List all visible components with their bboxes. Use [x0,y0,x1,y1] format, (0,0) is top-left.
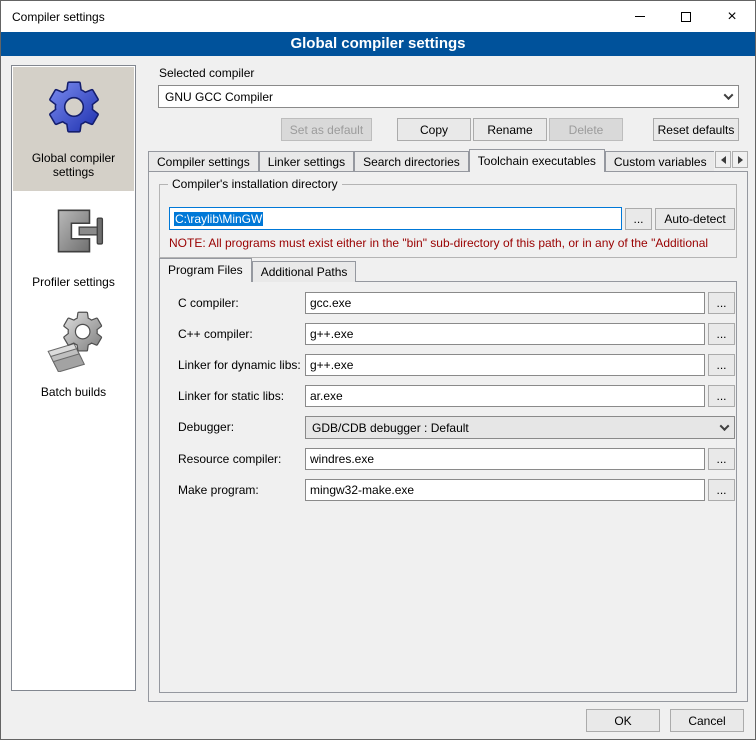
cpp-compiler-input[interactable]: g++.exe [305,323,705,345]
linker-dynamic-browse-button[interactable]: ... [708,354,735,376]
linker-static-input[interactable]: ar.exe [305,385,705,407]
sidebar-item-batch-builds[interactable]: Batch builds [13,301,134,411]
installation-directory-input[interactable]: C:\raylib\MinGW [169,207,622,230]
debugger-value: GDB/CDB debugger : Default [312,421,469,435]
make-program-browse-button[interactable]: ... [708,479,735,501]
installation-directory-note: NOTE: All programs must exist either in … [169,236,731,250]
sidebar-item-label: Global compiler settings [15,151,132,179]
tab-search-directories[interactable]: Search directories [354,151,469,171]
tab-scroll-left-button[interactable] [715,151,731,168]
close-button[interactable]: × [709,1,755,32]
tab-scroll-right-button[interactable] [732,151,748,168]
tab-toolchain-executables[interactable]: Toolchain executables [469,149,605,172]
ok-button[interactable]: OK [586,709,660,732]
make-program-label: Make program: [178,479,259,501]
chevron-down-icon [720,421,730,431]
installation-directory-browse-button[interactable]: ... [625,208,652,230]
sub-tabstrip: Program FilesAdditional Paths [159,258,356,282]
linker-static-label: Linker for static libs: [178,385,284,407]
profiler-settings-clamp-icon [43,200,105,262]
resource-compiler-label: Resource compiler: [178,448,281,470]
installation-directory-value: C:\raylib\MinGW [174,212,263,226]
make-program-value: mingw32-make.exe [310,483,414,497]
installation-directory-group: Compiler's installation directory C:\ray… [159,184,737,258]
arrow-left-icon [721,156,726,164]
reset-defaults-button[interactable]: Reset defaults [653,118,739,141]
linker-dynamic-input[interactable]: g++.exe [305,354,705,376]
c-compiler-label: C compiler: [178,292,239,314]
batch-builds-gear-icon [43,310,105,372]
c-compiler-input[interactable]: gcc.exe [305,292,705,314]
close-icon: × [727,9,736,25]
sidebar-item-label: Profiler settings [32,275,115,289]
sidebar: Global compiler settings Profiler settin… [11,65,136,691]
installation-directory-group-title: Compiler's installation directory [168,177,342,191]
delete-button[interactable]: Delete [549,118,623,141]
sidebar-item-label: Batch builds [41,385,106,399]
resource-compiler-browse-button[interactable]: ... [708,448,735,470]
subtab-program-files[interactable]: Program Files [159,258,252,282]
debugger-label: Debugger: [178,416,234,438]
chevron-down-icon [724,90,734,100]
cancel-button[interactable]: Cancel [670,709,744,732]
sidebar-item-profiler-settings[interactable]: Profiler settings [13,191,134,301]
tab-linker-settings[interactable]: Linker settings [259,151,354,171]
arrow-right-icon [738,156,743,164]
window-controls: × [617,1,755,32]
resource-compiler-value: windres.exe [310,452,374,466]
selected-compiler-label: Selected compiler [159,62,254,84]
c-compiler-value: gcc.exe [310,296,351,310]
minimize-icon [635,16,645,17]
rename-button[interactable]: Rename [473,118,547,141]
c-compiler-browse-button[interactable]: ... [708,292,735,314]
set-as-default-button[interactable]: Set as default [281,118,372,141]
compiler-settings-dialog: Compiler settings × Global compiler sett… [0,0,756,740]
subtab-additional-paths[interactable]: Additional Paths [252,261,357,282]
sidebar-item-global-compiler-settings[interactable]: Global compiler settings [13,67,134,191]
toolchain-executables-panel: Compiler's installation directory C:\ray… [148,171,748,702]
maximize-button[interactable] [663,1,709,32]
copy-button[interactable]: Copy [397,118,471,141]
dialog-header-title: Global compiler settings [290,35,465,52]
maximize-icon [681,12,691,22]
linker-static-browse-button[interactable]: ... [708,385,735,407]
titlebar: Compiler settings × [1,1,755,32]
linker-dynamic-label: Linker for dynamic libs: [178,354,301,376]
program-files-panel: C compiler: gcc.exe ... C++ compiler: g+… [159,281,737,693]
main-tabstrip: Compiler settingsLinker settingsSearch d… [148,149,714,172]
linker-dynamic-value: g++.exe [310,358,353,372]
selected-compiler-combobox[interactable]: GNU GCC Compiler [158,85,739,108]
cpp-compiler-label: C++ compiler: [178,323,253,345]
linker-static-value: ar.exe [310,389,343,403]
cpp-compiler-browse-button[interactable]: ... [708,323,735,345]
resource-compiler-input[interactable]: windres.exe [305,448,705,470]
tab-compiler-settings[interactable]: Compiler settings [148,151,259,171]
debugger-combobox[interactable]: GDB/CDB debugger : Default [305,416,735,439]
global-compiler-settings-gear-icon [43,76,105,138]
selected-compiler-value: GNU GCC Compiler [165,90,273,104]
dialog-header: Global compiler settings [1,32,755,56]
cpp-compiler-value: g++.exe [310,327,353,341]
minimize-button[interactable] [617,1,663,32]
make-program-input[interactable]: mingw32-make.exe [305,479,705,501]
tab-custom-variables[interactable]: Custom variables [605,151,714,171]
window-title: Compiler settings [1,10,105,24]
auto-detect-button[interactable]: Auto-detect [655,208,735,230]
